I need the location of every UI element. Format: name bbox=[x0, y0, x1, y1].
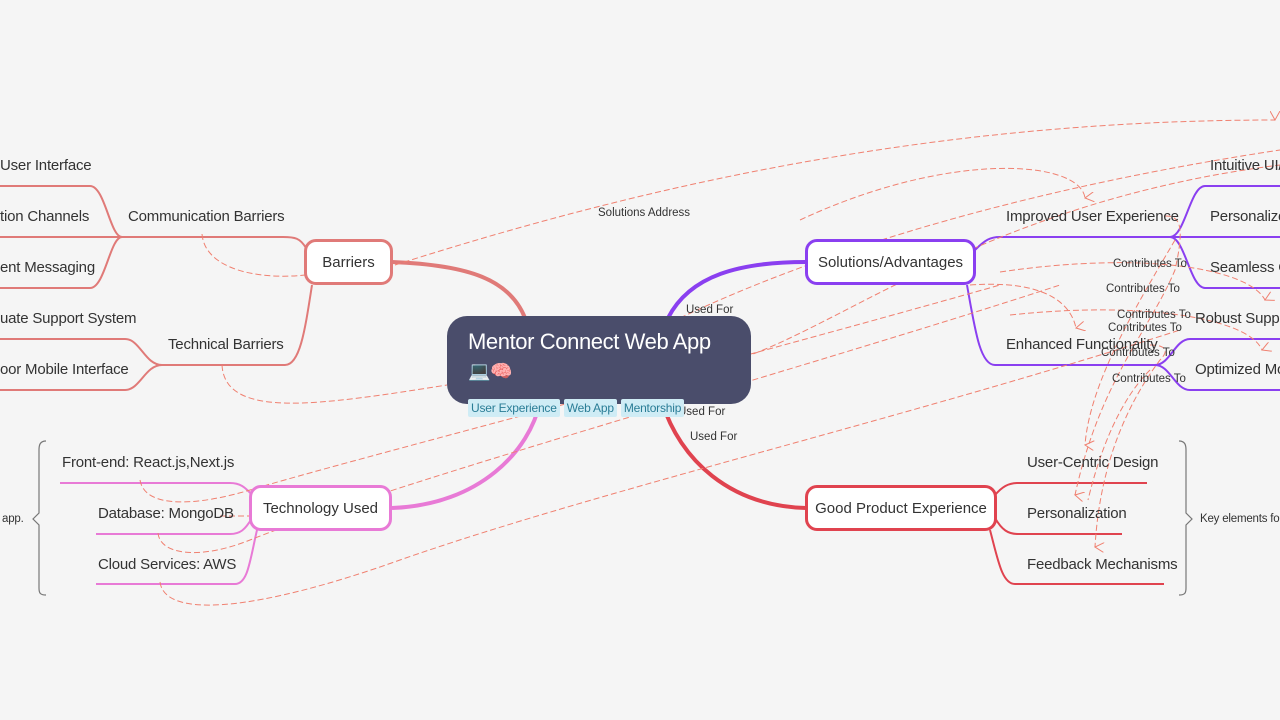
root-tags: User Experience Web App Mentorship bbox=[468, 399, 731, 417]
leaf-intuitive-ui[interactable]: Intuitive UI/ bbox=[1210, 157, 1280, 175]
topic-barriers[interactable]: Barriers bbox=[304, 239, 393, 285]
technology-summary-brace bbox=[32, 440, 47, 596]
topic-technology[interactable]: Technology Used bbox=[249, 485, 392, 531]
subtopic-enhanced-functionality[interactable]: Enhanced Functionality bbox=[1006, 336, 1158, 354]
leaf-mobile-interface[interactable]: oor Mobile Interface bbox=[0, 361, 129, 379]
topic-good-product[interactable]: Good Product Experience bbox=[805, 485, 997, 531]
leaf-personalization[interactable]: Personalization bbox=[1027, 505, 1127, 523]
relation-label-contributes-to: Contributes To bbox=[1108, 322, 1182, 334]
relation-label-contributes-to: Contributes To bbox=[1113, 258, 1187, 270]
leaf-messaging[interactable]: ent Messaging bbox=[0, 259, 95, 277]
root-node[interactable]: Mentor Connect Web App 💻🧠 User Experienc… bbox=[447, 316, 751, 417]
relation-label-contributes-to: Contributes To bbox=[1106, 283, 1180, 295]
leaf-seamless[interactable]: Seamless Co bbox=[1210, 259, 1280, 277]
root-title: Mentor Connect Web App 💻🧠 bbox=[468, 328, 731, 385]
leaf-optimized-mobile[interactable]: Optimized Mo bbox=[1195, 361, 1280, 379]
topic-solutions[interactable]: Solutions/Advantages bbox=[805, 239, 976, 285]
leaf-robust-support[interactable]: Robust Suppo bbox=[1195, 310, 1280, 328]
leaf-personalized[interactable]: Personalize bbox=[1210, 208, 1280, 226]
leaf-communication-channels[interactable]: tion Channels bbox=[0, 208, 89, 226]
branch-line-technology bbox=[391, 401, 542, 510]
leaf-front-end[interactable]: Front-end: React.js,Next.js bbox=[62, 454, 234, 472]
tag-mentorship[interactable]: Mentorship bbox=[620, 399, 685, 417]
leaf-user-centric-design[interactable]: User-Centric Design bbox=[1027, 454, 1158, 472]
laptop-brain-emoji-icon: 💻🧠 bbox=[468, 361, 513, 381]
topic-technology-label: Technology Used bbox=[262, 499, 379, 517]
relation-label-contributes-to: Contributes To bbox=[1112, 373, 1186, 385]
relation-label-contributes-to: Contributes To bbox=[1117, 309, 1191, 321]
relation-label-used-for: Used For bbox=[686, 304, 733, 316]
good-product-summary[interactable]: Key elements fo bbox=[1200, 510, 1280, 528]
relation-label-used-for: Used For bbox=[690, 431, 737, 443]
leaf-user-interface[interactable]: User Interface bbox=[0, 157, 92, 175]
leaf-database[interactable]: Database: MongoDB bbox=[98, 505, 234, 523]
technology-summary[interactable]: app. bbox=[2, 510, 24, 528]
subtopic-improved-user-experience[interactable]: Improved User Experience bbox=[1006, 208, 1179, 226]
topic-solutions-label: Solutions/Advantages bbox=[817, 253, 964, 271]
relation-label-solutions-address: Solutions Address bbox=[598, 207, 690, 219]
topic-good-product-label: Good Product Experience bbox=[815, 499, 987, 517]
topic-barriers-label: Barriers bbox=[322, 253, 375, 271]
leaf-support-system[interactable]: uate Support System bbox=[0, 310, 136, 328]
tag-user-experience[interactable]: User Experience bbox=[468, 399, 560, 417]
good-product-summary-brace bbox=[1178, 440, 1193, 596]
leaf-feedback-mechanisms[interactable]: Feedback Mechanisms bbox=[1027, 556, 1178, 574]
leaf-cloud-services[interactable]: Cloud Services: AWS bbox=[98, 556, 236, 574]
root-title-text: Mentor Connect Web App bbox=[468, 329, 711, 354]
branch-line-barriers bbox=[391, 260, 527, 319]
subtopic-technical-barriers[interactable]: Technical Barriers bbox=[168, 336, 284, 354]
tag-web-app[interactable]: Web App bbox=[563, 399, 617, 417]
subtopic-communication-barriers[interactable]: Communication Barriers bbox=[128, 208, 285, 226]
